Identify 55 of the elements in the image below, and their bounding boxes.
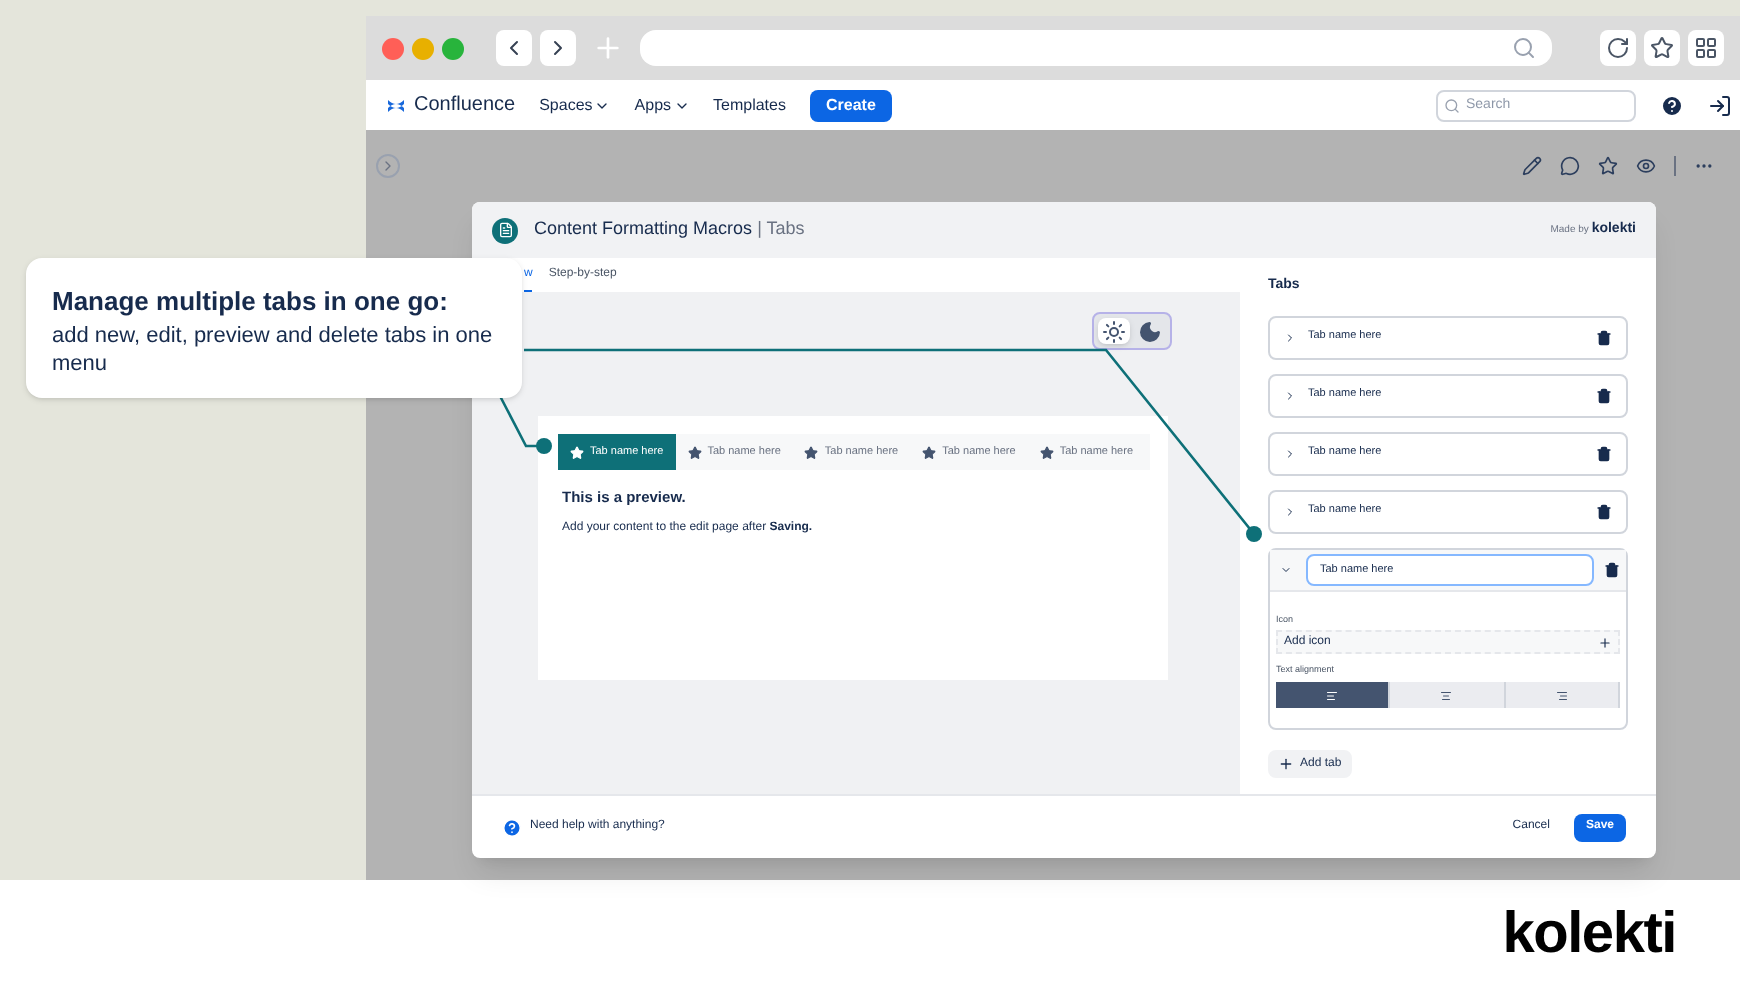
create-button[interactable]: Create xyxy=(809,89,892,121)
star-icon xyxy=(922,445,937,459)
nav-menu[interactable]: Apps xyxy=(634,93,690,117)
macro-logo-icon xyxy=(492,217,518,243)
collapse-button[interactable] xyxy=(1276,563,1296,575)
dialog-title: Content Formatting Macros | Tabs xyxy=(534,216,805,243)
star-icon[interactable] xyxy=(1598,156,1618,176)
grid-button[interactable] xyxy=(1688,30,1724,66)
nav-menu[interactable]: Templates xyxy=(713,93,786,117)
expand-icon[interactable] xyxy=(1284,389,1296,401)
delete-icon[interactable] xyxy=(1596,503,1612,519)
theme-option[interactable] xyxy=(1098,318,1130,344)
edit-icon[interactable] xyxy=(1522,156,1542,176)
star-icon xyxy=(1039,445,1054,459)
help-icon[interactable] xyxy=(1660,93,1684,117)
star-icon xyxy=(687,445,702,459)
sun-icon xyxy=(1102,319,1126,343)
plus-icon xyxy=(1278,756,1294,772)
moon-icon xyxy=(1138,319,1162,343)
brand-logo: kolekti xyxy=(1502,899,1676,970)
star-icon xyxy=(804,445,819,459)
align-right-icon xyxy=(1555,689,1568,701)
nav-menu[interactable]: Spaces xyxy=(539,93,611,117)
alignment-option[interactable] xyxy=(1276,682,1391,708)
expand-icon[interactable] xyxy=(1284,331,1296,343)
delete-icon[interactable] xyxy=(1596,445,1612,461)
reload-icon xyxy=(1606,36,1630,60)
bookmark-button[interactable] xyxy=(1644,30,1680,66)
expand-icon[interactable] xyxy=(1284,505,1296,517)
watch-icon[interactable] xyxy=(1636,156,1656,176)
callout-text: add new, edit, preview and delete tabs in one menu xyxy=(52,321,495,377)
delete-icon[interactable] xyxy=(1596,329,1612,345)
sidebar-toggle[interactable] xyxy=(376,154,400,178)
comment-icon[interactable] xyxy=(1560,156,1580,176)
brand-name[interactable]: Confluence xyxy=(414,90,516,120)
align-center-icon xyxy=(1440,689,1453,701)
theme-option[interactable] xyxy=(1134,318,1166,344)
search-icon xyxy=(1512,36,1536,60)
back-button[interactable] xyxy=(496,30,532,66)
star-icon xyxy=(570,445,584,459)
forward-button[interactable] xyxy=(540,30,576,66)
grid-icon xyxy=(1694,36,1718,60)
plus-icon xyxy=(1598,635,1612,650)
delete-icon[interactable] xyxy=(1596,387,1612,403)
search-icon xyxy=(1444,97,1460,113)
reload-button[interactable] xyxy=(1600,30,1636,66)
log-in-icon[interactable] xyxy=(1708,93,1732,117)
expand-icon[interactable] xyxy=(1284,447,1296,459)
star-icon xyxy=(1650,36,1674,60)
callout-title: Manage multiple tabs in one go: xyxy=(52,284,450,320)
theme-switch[interactable] xyxy=(1092,312,1172,350)
chevron-right-icon xyxy=(380,158,396,174)
delete-icon[interactable] xyxy=(1604,561,1620,577)
align-left-icon xyxy=(1326,689,1339,701)
confluence-logo-icon xyxy=(386,95,406,115)
